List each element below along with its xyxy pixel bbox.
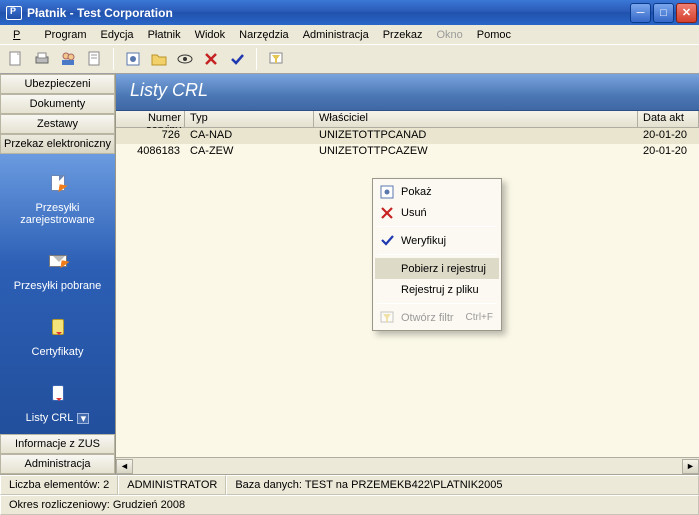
sidebar-btn-zestawy[interactable]: Zestawy (0, 114, 115, 134)
status-count: Liczba elementów: 2 (0, 475, 118, 495)
ctx-label: Pobierz i rejestruj (401, 263, 486, 275)
menu-bar: Pdocument.currentScript.previousElementS… (0, 25, 699, 45)
col-date[interactable]: Data akt (638, 111, 699, 127)
ctx-usun[interactable]: Usuń (375, 202, 499, 223)
sidebar-btn-przekaz[interactable]: Przekaz elektroniczny (0, 134, 115, 154)
table-row[interactable]: 726 CA-NAD UNIZETOTTPCANAD 20-01-20 (116, 128, 699, 144)
sidebar-btn-administracja[interactable]: Administracja (0, 454, 115, 474)
show-icon (379, 184, 395, 200)
verify-icon (379, 233, 395, 249)
menu-edycja[interactable]: Edycja (96, 27, 139, 43)
separator (377, 254, 497, 255)
ctx-weryfikuj[interactable]: Weryfikuj (375, 230, 499, 251)
horizontal-scrollbar[interactable]: ◄ ► (116, 457, 699, 474)
scroll-right-button[interactable]: ► (682, 459, 699, 474)
close-button[interactable]: ✕ (676, 3, 697, 23)
table-row[interactable]: 4086183 CA-ZEW UNIZETOTTPCAZEW 20-01-20 (116, 144, 699, 160)
col-type[interactable]: Typ (185, 111, 314, 127)
toolbar (0, 45, 699, 74)
minimize-button[interactable]: ─ (630, 3, 651, 23)
separator (377, 226, 497, 227)
nav-label: Przesyłki pobrane (4, 280, 111, 292)
nav-label: Przesyłki zarejestrowane (4, 202, 111, 226)
filter-icon[interactable] (266, 49, 286, 69)
workspace: Ubezpieczeni Dokumenty Zestawy Przekaz e… (0, 74, 699, 474)
folder-icon[interactable] (149, 49, 169, 69)
grid-body[interactable]: 726 CA-NAD UNIZETOTTPCANAD 20-01-20 4086… (116, 128, 699, 457)
new-doc-icon[interactable] (6, 49, 26, 69)
menu-okno: Okno (431, 27, 467, 43)
crl-list-icon (42, 378, 74, 408)
menu-administracja[interactable]: Administracja (298, 27, 374, 43)
ctx-label: Pokaż (401, 186, 432, 198)
nav-przesylki-pobrane[interactable]: Przesyłki pobrane (0, 240, 115, 302)
scroll-left-button[interactable]: ◄ (116, 459, 133, 474)
nav-certyfikaty[interactable]: Certyfikaty (0, 306, 115, 368)
cell-date: 20-01-20 (638, 144, 699, 160)
menu-platnik[interactable]: Płatnik (143, 27, 186, 43)
nav-label: Certyfikaty (4, 346, 111, 358)
delete-icon[interactable] (201, 49, 221, 69)
menu-program[interactable]: Pdocument.currentScript.previousElementS… (8, 27, 35, 43)
menu-widok[interactable]: Widok (190, 27, 231, 43)
nav-listy-crl[interactable]: Listy CRL ▾ (0, 372, 115, 434)
menu-program[interactable]: Program (39, 27, 91, 43)
blank-icon (379, 261, 395, 277)
delete-icon (379, 205, 395, 221)
cell-type: CA-NAD (185, 128, 314, 144)
sidebar-btn-ubezpieczeni[interactable]: Ubezpieczeni (0, 74, 115, 94)
nav-przesylki-zarejestrowane[interactable]: Przesyłki zarejestrowane (0, 162, 115, 236)
verify-icon[interactable] (227, 49, 247, 69)
status-period: Okres rozliczeniowy: Grudzień 2008 (0, 495, 699, 515)
cell-owner: UNIZETOTTPCAZEW (314, 144, 638, 160)
certificate-icon (42, 312, 74, 342)
side-panel: Ubezpieczeni Dokumenty Zestawy Przekaz e… (0, 74, 115, 474)
col-owner[interactable]: Właściciel (314, 111, 638, 127)
users-icon[interactable] (58, 49, 78, 69)
menu-przekaz[interactable]: Przekaz (378, 27, 428, 43)
sidebar-btn-informacje[interactable]: Informacje z ZUS (0, 434, 115, 454)
status-db: Baza danych: TEST na PRZEMEKB422\PLATNIK… (226, 475, 699, 495)
cell-type: CA-ZEW (185, 144, 314, 160)
ctx-pobierz-rejestruj[interactable]: Pobierz i rejestruj (375, 258, 499, 279)
registered-mail-icon (42, 168, 74, 198)
window-title: Płatnik - Test Corporation (27, 6, 630, 20)
nav-label: Listy CRL (26, 412, 74, 424)
main-area: Listy CRL Numer seryjny Typ Właściciel D… (115, 74, 699, 474)
show-icon[interactable] (123, 49, 143, 69)
ctx-shortcut: Ctrl+F (466, 312, 494, 323)
doc-icon[interactable] (84, 49, 104, 69)
cell-serial: 4086183 (116, 144, 185, 160)
title-bar: Płatnik - Test Corporation ─ □ ✕ (0, 0, 699, 25)
maximize-button[interactable]: □ (653, 3, 674, 23)
ctx-label: Usuń (401, 207, 427, 219)
eye-icon[interactable] (175, 49, 195, 69)
sidebar-btn-dokumenty[interactable]: Dokumenty (0, 94, 115, 114)
received-mail-icon (42, 246, 74, 276)
status-user: ADMINISTRATOR (118, 475, 226, 495)
status-bar: Liczba elementów: 2 ADMINISTRATOR Baza d… (0, 474, 699, 515)
filter-icon (379, 310, 395, 326)
ctx-label: Weryfikuj (401, 235, 446, 247)
context-menu: Pokaż Usuń Weryfikuj Pobierz i rejestruj (372, 178, 502, 331)
cell-owner: UNIZETOTTPCANAD (314, 128, 638, 144)
print-icon[interactable] (32, 49, 52, 69)
ctx-pokaz[interactable]: Pokaż (375, 181, 499, 202)
col-serial[interactable]: Numer seryjny (116, 111, 185, 127)
cell-serial: 726 (116, 128, 185, 144)
blank-icon (379, 282, 395, 298)
ctx-otworz-filtr: Otwórz filtr Ctrl+F (375, 307, 499, 328)
separator (377, 303, 497, 304)
grid-header: Numer seryjny Typ Właściciel Data akt (116, 111, 699, 128)
cell-date: 20-01-20 (638, 128, 699, 144)
menu-narzedzia[interactable]: Narzędzia (234, 27, 294, 43)
app-icon (6, 6, 22, 20)
ctx-label: Rejestruj z pliku (401, 284, 479, 296)
menu-pomoc[interactable]: Pomoc (472, 27, 516, 43)
side-nav: Przesyłki zarejestrowane Przesyłki pobra… (0, 154, 115, 434)
page-title: Listy CRL (116, 74, 699, 111)
ctx-rejestruj-z-pliku[interactable]: Rejestruj z pliku (375, 279, 499, 300)
ctx-label: Otwórz filtr (401, 312, 454, 324)
chevron-down-icon[interactable]: ▾ (77, 413, 89, 424)
